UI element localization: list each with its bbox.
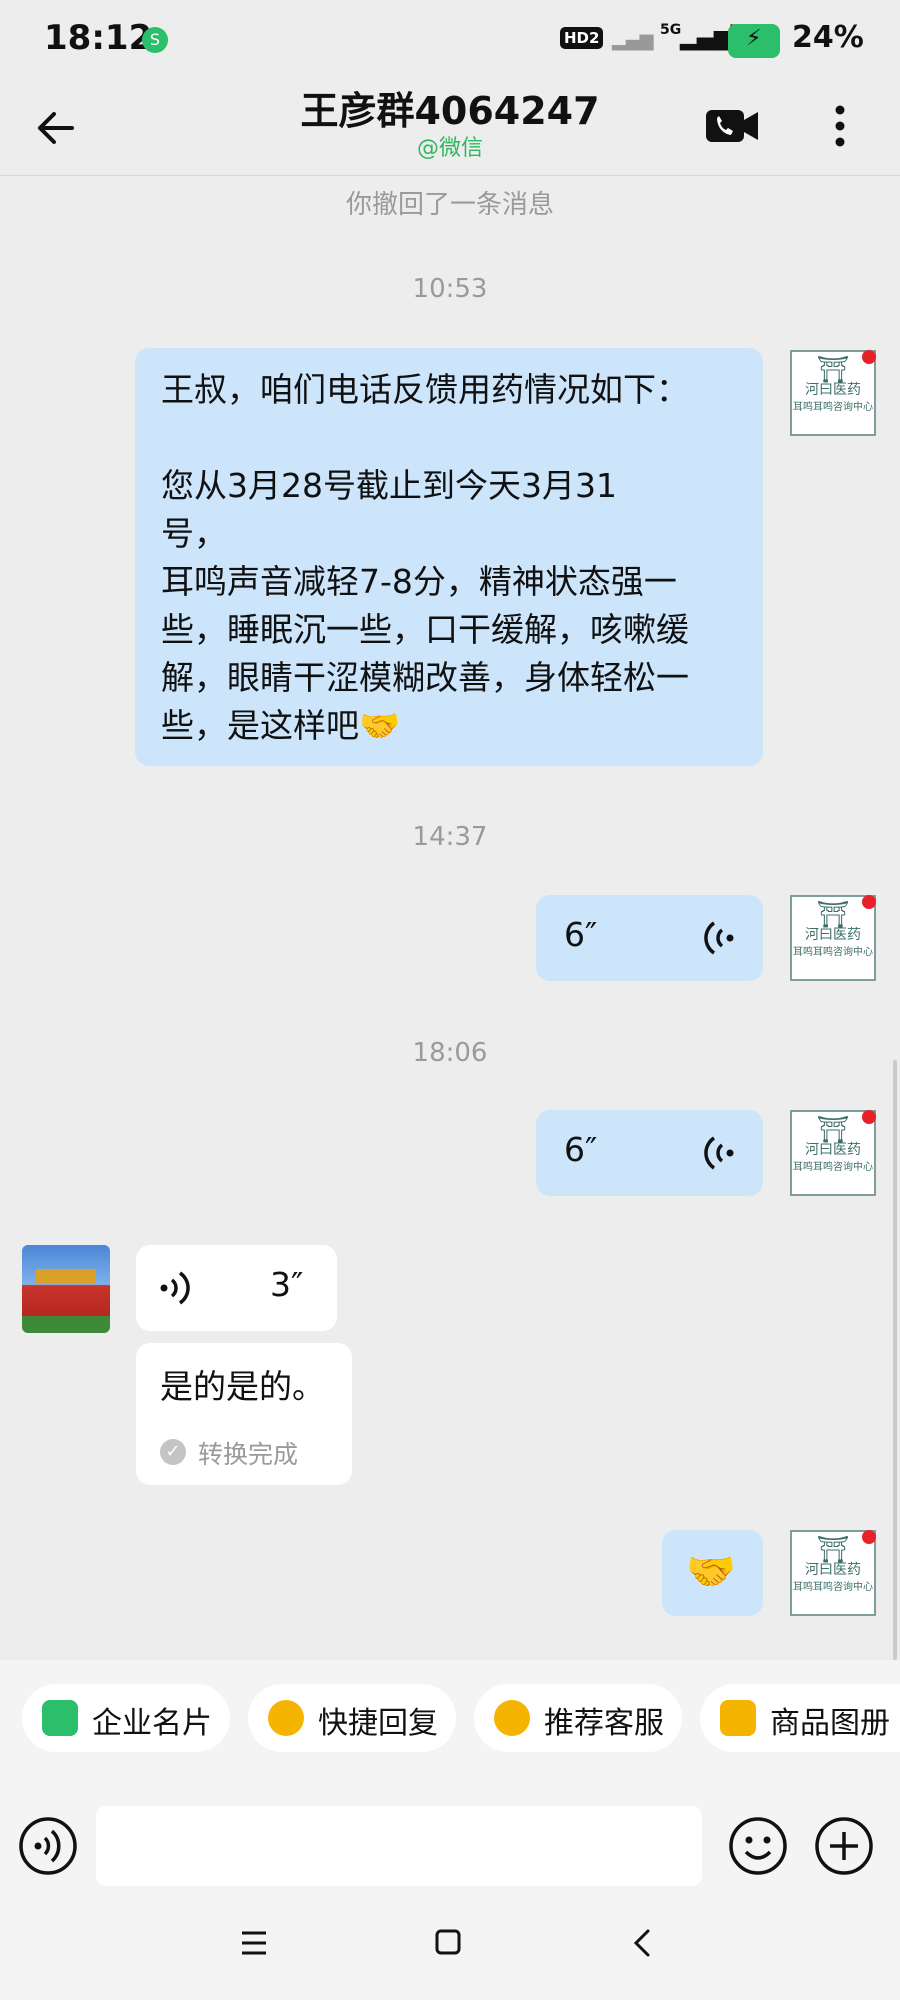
unread-dot xyxy=(862,350,876,364)
system-nav-bar xyxy=(0,1890,900,2000)
app-notification-icon: S xyxy=(142,27,168,53)
chip-label: 商品图册 xyxy=(770,1706,890,1741)
transcript-status: 转换完成 xyxy=(198,1440,299,1469)
voice-wave-icon xyxy=(704,921,734,955)
catalog-icon xyxy=(720,1700,756,1736)
outgoing-emoji-message[interactable]: 🤝 xyxy=(662,1530,763,1616)
logo-line2: 耳鸣耳鸣咨询中心 xyxy=(793,947,873,958)
unread-dot xyxy=(862,895,876,909)
chip-label: 企业名片 xyxy=(92,1706,212,1741)
quick-reply-icon xyxy=(268,1700,304,1736)
home-icon[interactable] xyxy=(434,1928,462,1956)
logo-mark-icon: ⛩ xyxy=(816,900,850,930)
my-avatar[interactable]: ⛩ 河曰医药耳鸣耳鸣咨询中心 xyxy=(790,1530,876,1616)
timestamp: 14:37 xyxy=(412,822,488,852)
voice-duration: 6″ xyxy=(564,915,598,954)
video-call-icon[interactable] xyxy=(704,98,760,154)
outgoing-message[interactable]: 王叔，咱们电话反馈用药情况如下： 您从3月28号截止到今天3月31 号， 耳鸣声… xyxy=(135,348,763,766)
hd-badge: HD2 xyxy=(560,27,604,49)
recalled-notice: 你撤回了一条消息 xyxy=(345,190,554,220)
nav-back-icon[interactable] xyxy=(632,1928,652,1958)
voice-wave-icon xyxy=(160,1271,190,1305)
status-time: 18:12 xyxy=(44,18,153,58)
business-card-button[interactable]: 企业名片 xyxy=(22,1684,230,1752)
recommend-support-button[interactable]: 推荐客服 xyxy=(474,1684,682,1752)
network-type: 5G xyxy=(660,22,682,38)
support-icon xyxy=(494,1700,530,1736)
add-more-icon[interactable] xyxy=(814,1816,874,1876)
unread-dot xyxy=(862,1530,876,1544)
logo-line1: 河曰医药 xyxy=(805,1562,861,1578)
voice-input-icon[interactable] xyxy=(18,1816,78,1876)
voice-duration: 3″ xyxy=(270,1265,304,1304)
logo-line1: 河曰医药 xyxy=(805,1142,861,1158)
contact-avatar[interactable] xyxy=(22,1245,110,1333)
transcript-text: 是的是的。 xyxy=(160,1367,325,1406)
logo-line1: 河曰医药 xyxy=(805,382,861,398)
my-avatar[interactable]: ⛩ 河曰医药耳鸣耳鸣咨询中心 xyxy=(790,350,876,436)
logo-mark-icon: ⛩ xyxy=(816,355,850,385)
menu-icon[interactable] xyxy=(240,1930,268,1956)
message-input[interactable] xyxy=(96,1806,702,1886)
unread-dot xyxy=(862,1110,876,1124)
logo-mark-icon: ⛩ xyxy=(816,1535,850,1565)
timestamp: 10:53 xyxy=(412,274,488,304)
check-circle-icon: ✓ xyxy=(160,1439,186,1465)
voice-duration: 6″ xyxy=(564,1130,598,1169)
status-bar: 18:12 S HD2 ▂▄▆ 5G ▂▄▆█ ⚡ 24% xyxy=(0,0,900,80)
chat-header: 王彦群4064247 @微信 xyxy=(0,80,900,176)
contact-source: @微信 xyxy=(416,136,483,161)
signal-weak-icon: ▂▄▆ xyxy=(612,30,654,51)
quick-reply-button[interactable]: 快捷回复 xyxy=(248,1684,456,1752)
input-bar xyxy=(0,1790,900,1900)
voice-transcript[interactable]: 是的是的。 ✓ 转换完成 xyxy=(136,1343,352,1485)
battery-charging-icon: ⚡ xyxy=(728,24,780,58)
logo-line1: 河曰医药 xyxy=(805,927,861,943)
chat-scrollbar[interactable] xyxy=(893,1060,897,1660)
contact-name: 王彦群4064247 xyxy=(300,89,600,133)
logo-mark-icon: ⛩ xyxy=(816,1115,850,1145)
incoming-voice-message[interactable]: 3″ xyxy=(136,1245,337,1331)
chip-label: 推荐客服 xyxy=(544,1706,664,1741)
business-card-icon xyxy=(42,1700,78,1736)
more-options-icon[interactable] xyxy=(820,98,860,154)
emoji-text: 🤝 xyxy=(686,1549,736,1595)
outgoing-voice-message[interactable]: 6″ xyxy=(536,895,763,981)
product-catalog-button[interactable]: 商品图册 xyxy=(700,1684,900,1752)
avatar-roof-icon xyxy=(36,1269,96,1283)
my-avatar[interactable]: ⛩ 河曰医药耳鸣耳鸣咨询中心 xyxy=(790,1110,876,1196)
message-text: 王叔，咱们电话反馈用药情况如下： 您从3月28号截止到今天3月31 号， 耳鸣声… xyxy=(161,370,689,745)
my-avatar[interactable]: ⛩ 河曰医药耳鸣耳鸣咨询中心 xyxy=(790,895,876,981)
outgoing-voice-message[interactable]: 6″ xyxy=(536,1110,763,1196)
logo-line2: 耳鸣耳鸣咨询中心 xyxy=(793,1162,873,1173)
logo-line2: 耳鸣耳鸣咨询中心 xyxy=(793,1582,873,1593)
battery-percent: 24% xyxy=(792,20,864,55)
quick-action-bar: 企业名片 快捷回复 推荐客服 商品图册 xyxy=(0,1660,900,1790)
timestamp: 18:06 xyxy=(412,1038,488,1068)
emoji-icon[interactable] xyxy=(728,1816,788,1876)
chip-label: 快捷回复 xyxy=(318,1706,438,1741)
voice-wave-icon xyxy=(704,1136,734,1170)
logo-line2: 耳鸣耳鸣咨询中心 xyxy=(793,402,873,413)
